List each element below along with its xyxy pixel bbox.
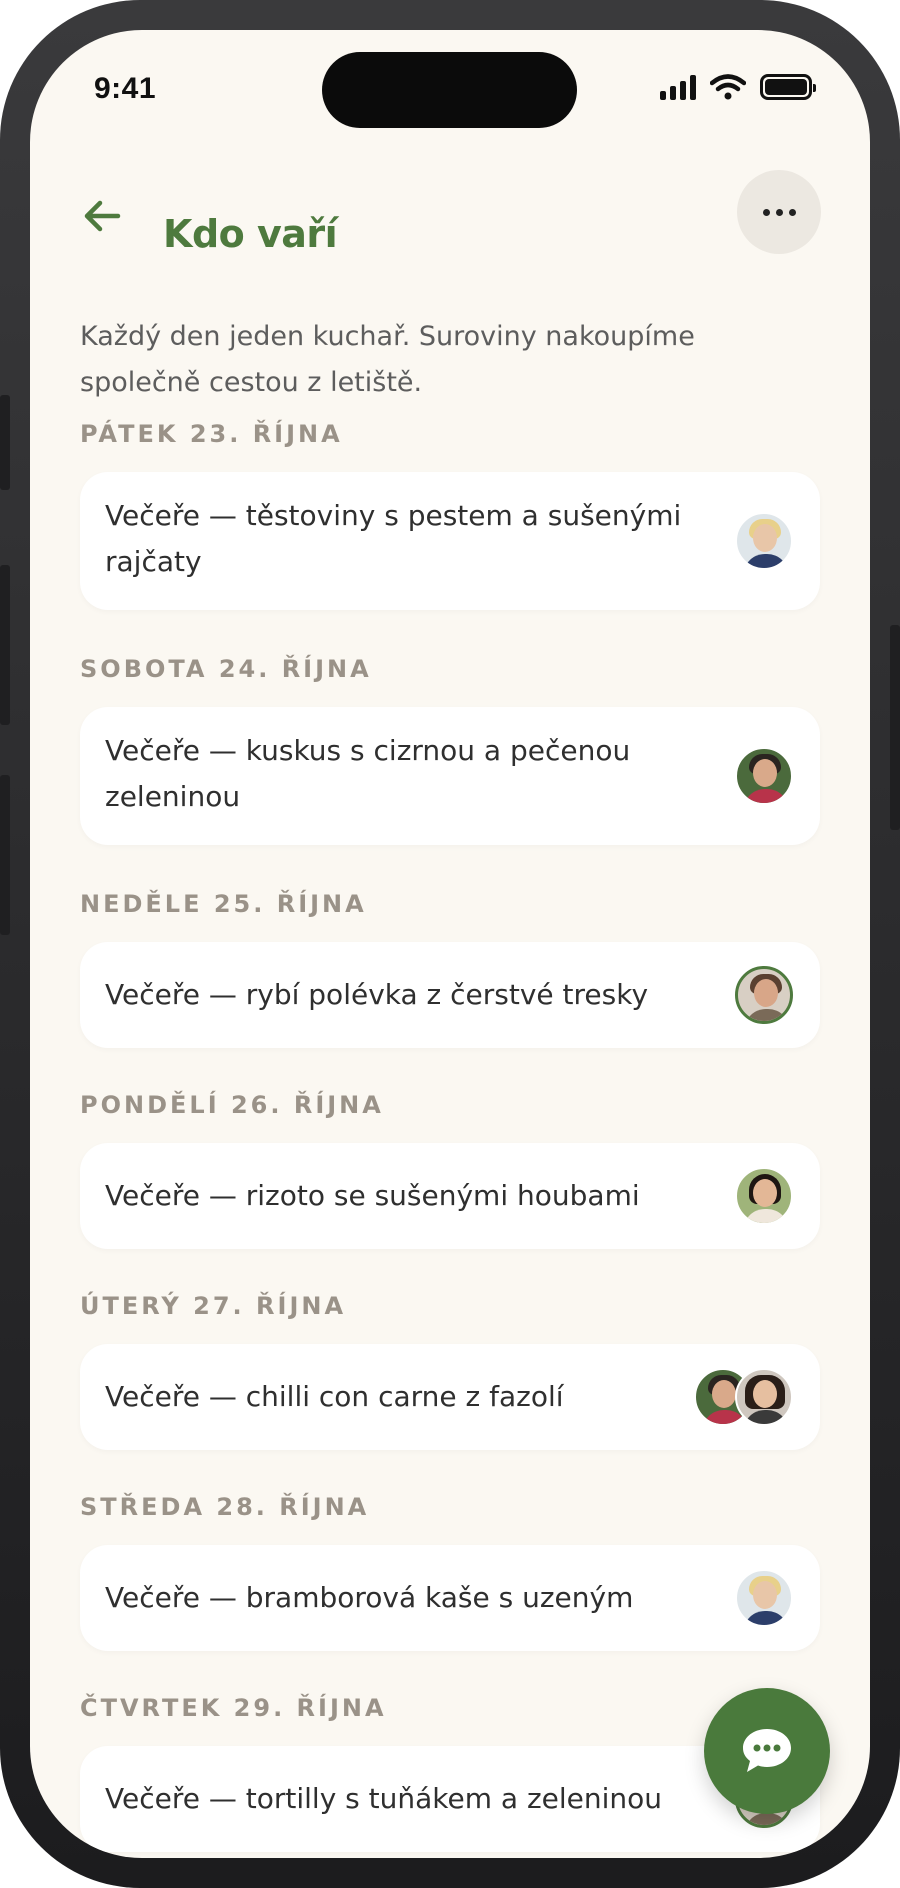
day-label: SOBOTA 24. ŘÍJNA xyxy=(80,655,372,683)
meal-card[interactable]: Večeře — kuskus s cizrnou a pečenou zelen… xyxy=(80,707,820,845)
meal-card[interactable]: Večeře — chilli con carne z fazolí xyxy=(80,1344,820,1450)
intro-text: Každý den jeden kuchař. Suroviny nakoupí… xyxy=(80,321,695,398)
mute-switch xyxy=(0,395,10,490)
cook-avatar-woman-curly[interactable] xyxy=(735,1368,793,1426)
day-label: STŘEDA 28. ŘÍJNA xyxy=(80,1493,370,1521)
meal-title: Večeře — rybí polévka z čerstvé tresky xyxy=(105,978,649,1011)
cook-avatar-man-beard[interactable] xyxy=(735,966,793,1024)
volume-down-button xyxy=(0,775,10,935)
meal-title: Večeře — tortilly s tuňákem a zeleninou xyxy=(105,1782,663,1815)
meal-card[interactable]: Večeře — rizoto se sušenými houbami xyxy=(80,1143,820,1249)
chat-bubble-icon xyxy=(743,1729,791,1772)
status-icons xyxy=(660,74,816,100)
header: Kdo vaří xyxy=(30,170,870,260)
cellular-signal-icon xyxy=(660,74,696,100)
ellipsis-icon xyxy=(762,208,770,216)
phone-frame: 9:41 Kdo vaří Každý den jeden kuchař. Su… xyxy=(0,0,900,1888)
status-time: 9:41 xyxy=(94,72,157,105)
battery-icon xyxy=(760,74,816,100)
wifi-icon xyxy=(710,74,746,100)
day-label: PONDĚLÍ 26. ŘÍJNA xyxy=(80,1091,384,1119)
volume-up-button xyxy=(0,565,10,725)
meal-card[interactable]: Večeře — bramborová kaše s uzeným xyxy=(80,1545,820,1651)
meal-title: Večeře — těstoviny s pestem a sušenými ra… xyxy=(105,499,682,578)
meal-card[interactable]: Večeře — těstoviny s pestem a sušenými ra… xyxy=(80,472,820,610)
day-label: ČTVRTEK 29. ŘÍJNA xyxy=(80,1694,387,1722)
cook-avatar-woman-blonde[interactable] xyxy=(735,1569,793,1627)
cook-avatar-man-dark-hair[interactable] xyxy=(735,747,793,805)
chat-button[interactable] xyxy=(704,1688,830,1814)
cook-avatar-woman-dark-hair[interactable] xyxy=(735,1167,793,1225)
dynamic-island xyxy=(322,52,577,128)
meal-card[interactable]: Večeře — rybí polévka z čerstvé tresky xyxy=(80,942,820,1048)
power-button xyxy=(890,625,900,830)
meal-title: Večeře — bramborová kaše s uzeným xyxy=(105,1581,634,1614)
cook-avatar-woman-blonde[interactable] xyxy=(735,512,793,570)
more-options-button[interactable] xyxy=(737,170,821,254)
meal-title: Večeře — kuskus s cizrnou a pečenou zelen… xyxy=(105,734,631,813)
meal-title: Večeře — chilli con carne z fazolí xyxy=(105,1380,564,1413)
page-title: Kdo vaří xyxy=(163,212,338,256)
day-label: ÚTERÝ 27. ŘÍJNA xyxy=(80,1292,347,1320)
day-label: PÁTEK 23. ŘÍJNA xyxy=(80,420,343,448)
day-label: NEDĚLE 25. ŘÍJNA xyxy=(80,890,367,918)
screen: 9:41 Kdo vaří Každý den jeden kuchař. Su… xyxy=(30,30,870,1858)
meal-title: Večeře — rizoto se sušenými houbami xyxy=(105,1179,640,1212)
back-arrow-icon[interactable] xyxy=(78,192,126,240)
